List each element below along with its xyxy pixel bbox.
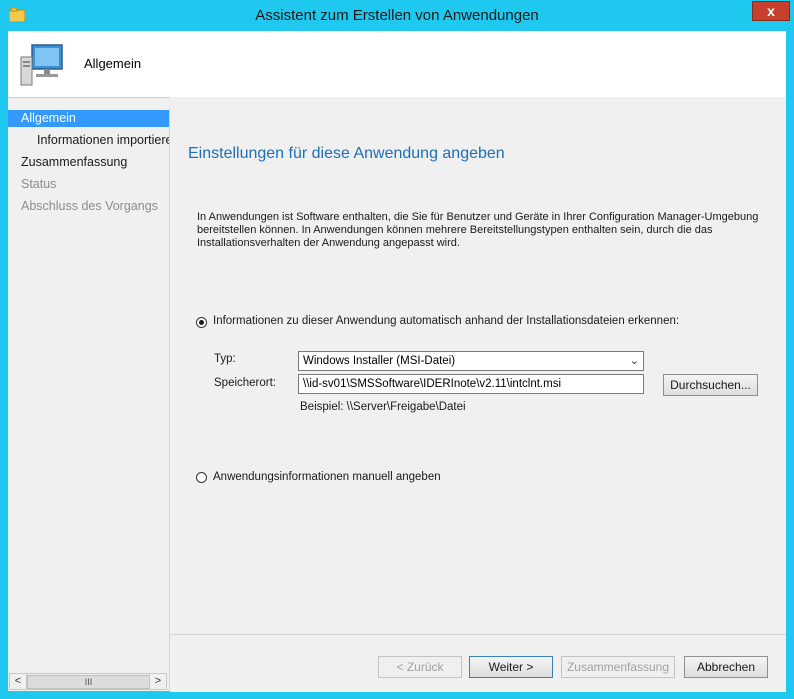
type-select[interactable]: Windows Installer (MSI-Datei) ⌄ bbox=[298, 351, 644, 371]
page-description: In Anwendungen ist Software enthalten, d… bbox=[197, 211, 759, 249]
type-select-value: Windows Installer (MSI-Datei) bbox=[303, 355, 456, 367]
nav-item-informationen-importieren[interactable]: Informationen importieren bbox=[8, 132, 169, 149]
title-bar[interactable]: Assistent zum Erstellen von Anwendungen … bbox=[0, 0, 794, 32]
wizard-window: Assistent zum Erstellen von Anwendungen … bbox=[0, 0, 794, 699]
radio-manual[interactable] bbox=[196, 472, 207, 483]
nav-item-abschluss: Abschluss des Vorgangs bbox=[21, 199, 158, 213]
window-title: Assistent zum Erstellen von Anwendungen bbox=[255, 7, 539, 24]
chevron-down-icon[interactable]: ⌄ bbox=[630, 352, 639, 370]
computer-icon bbox=[20, 44, 63, 86]
wizard-content: Einstellungen für diese Anwendung angebe… bbox=[170, 97, 786, 634]
radio-auto-detect-label[interactable]: Informationen zu dieser Anwendung automa… bbox=[213, 315, 679, 327]
page-title: Einstellungen für diese Anwendung angebe… bbox=[188, 145, 505, 162]
nav-item-zusammenfassung[interactable]: Zusammenfassung bbox=[8, 154, 169, 171]
wizard-nav: Allgemein Informationen importieren Zusa… bbox=[8, 108, 170, 691]
radio-manual-label[interactable]: Anwendungsinformationen manuell angeben bbox=[213, 471, 441, 483]
location-example: Beispiel: \\Server\Freigabe\Datei bbox=[300, 401, 466, 413]
browse-button[interactable]: Durchsuchen... bbox=[663, 374, 758, 396]
next-button[interactable]: Weiter > bbox=[469, 656, 553, 678]
nav-horizontal-scrollbar[interactable]: < III > bbox=[9, 673, 167, 690]
scroll-thumb[interactable]: III bbox=[27, 675, 150, 689]
scroll-left-arrow-icon[interactable]: < bbox=[10, 674, 27, 689]
wizard-header: Allgemein bbox=[8, 31, 786, 98]
back-button[interactable]: < Zurück bbox=[378, 656, 462, 678]
header-title: Allgemein bbox=[84, 56, 142, 71]
summary-button[interactable]: Zusammenfassung bbox=[561, 656, 675, 678]
cancel-button[interactable]: Abbrechen bbox=[684, 656, 768, 678]
location-label: Speicherort: bbox=[214, 377, 277, 389]
nav-item-allgemein[interactable]: Allgemein bbox=[8, 110, 169, 127]
radio-auto-detect[interactable] bbox=[196, 317, 207, 328]
location-input[interactable]: \\id-sv01\SMSSoftware\IDERInote\v2.11\in… bbox=[298, 374, 644, 394]
wizard-footer: < Zurück Weiter > Zusammenfassung Abbrec… bbox=[170, 634, 786, 692]
scroll-right-arrow-icon[interactable]: > bbox=[149, 674, 166, 689]
type-label: Typ: bbox=[214, 353, 236, 365]
nav-item-status: Status bbox=[21, 177, 57, 191]
close-button[interactable]: x bbox=[752, 1, 790, 21]
wizard-client: Allgemein Allgemein Informationen import… bbox=[8, 31, 786, 692]
